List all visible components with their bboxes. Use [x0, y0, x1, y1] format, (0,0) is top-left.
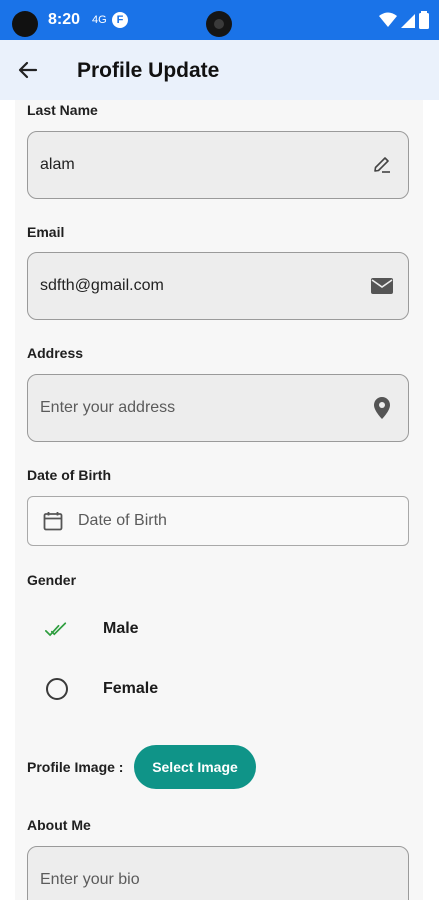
edit-icon [370, 153, 394, 177]
dob-label: Date of Birth [27, 467, 111, 483]
address-placeholder: Enter your address [40, 399, 176, 416]
wifi-icon [379, 12, 397, 27]
gender-option-male[interactable]: Male [27, 609, 407, 649]
gender-label: Gender [27, 572, 77, 588]
camera-cutout-left [12, 11, 38, 37]
arrow-back-icon [18, 61, 38, 79]
front-camera [206, 11, 232, 37]
last-name-value: alam [40, 156, 75, 173]
address-label: Address [27, 345, 84, 361]
back-button[interactable] [14, 56, 42, 84]
location-pin-icon [370, 396, 394, 420]
select-image-button[interactable]: Select Image [134, 745, 256, 789]
app-bar: Profile Update [0, 40, 439, 100]
calendar-icon [43, 512, 63, 531]
profile-image-row: Profile Image : Select Image [27, 745, 407, 789]
status-time: 8:20 [48, 11, 81, 28]
dob-field[interactable]: Date of Birth [27, 496, 409, 546]
mail-icon [370, 274, 394, 298]
profile-image-label: Profile Image : [27, 759, 124, 775]
dob-placeholder: Date of Birth [78, 512, 167, 529]
email-value: sdfth@gmail.com [40, 277, 164, 294]
battery-icon [419, 11, 429, 29]
gender-option-female[interactable]: Female [27, 669, 407, 709]
check-icon [45, 622, 67, 637]
gender-female-label: Female [103, 680, 159, 697]
bio-field[interactable]: Enter your bio [27, 846, 409, 900]
email-label: Email [27, 224, 65, 240]
page-title: Profile Update [77, 59, 220, 82]
about-me-label: About Me [27, 817, 91, 833]
address-field[interactable]: Enter your address [27, 374, 409, 442]
last-name-label: Last Name [27, 102, 98, 118]
gender-male-label: Male [103, 620, 139, 637]
profile-form: Last Name alam Email sdfth@gmail.com Add… [15, 100, 423, 900]
last-name-field[interactable]: alam [27, 131, 409, 199]
bio-placeholder: Enter your bio [40, 871, 140, 888]
status-icons [379, 11, 429, 29]
radio-unselected-icon [46, 678, 68, 700]
app-notification-icon: F [112, 12, 128, 28]
status-bar: 8:20 4G F [0, 0, 439, 40]
email-field[interactable]: sdfth@gmail.com [27, 252, 409, 320]
network-type-icon: 4G [92, 14, 107, 26]
signal-icon [401, 14, 415, 28]
